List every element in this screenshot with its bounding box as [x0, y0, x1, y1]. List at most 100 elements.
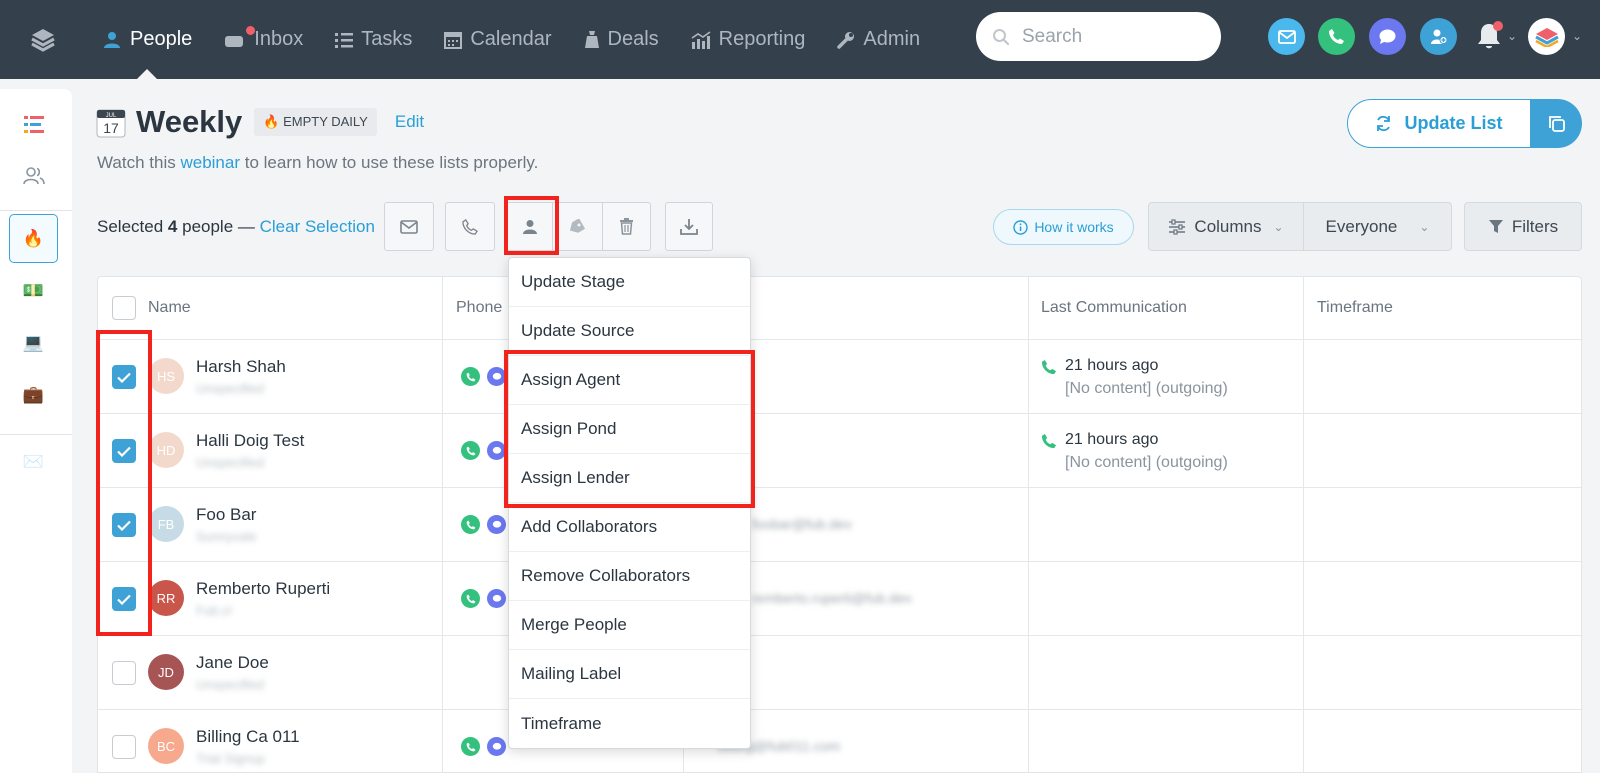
- app-logo-icon[interactable]: [0, 27, 86, 53]
- columns-button[interactable]: Columns ⌄: [1148, 202, 1304, 251]
- select-all-checkbox[interactable]: [112, 296, 136, 320]
- menu-item-timeframe[interactable]: Timeframe: [509, 699, 750, 748]
- column-divider: [1028, 277, 1029, 772]
- sidebar-people-icon[interactable]: [9, 151, 58, 200]
- edit-link[interactable]: Edit: [395, 112, 424, 132]
- header-name[interactable]: Name: [148, 277, 191, 339]
- person-name[interactable]: Jane Doe: [196, 653, 269, 673]
- menu-item-update-source[interactable]: Update Source: [509, 307, 750, 356]
- person-subtext: Unspecified: [196, 455, 264, 470]
- info-icon: [1013, 219, 1029, 235]
- clear-selection-link[interactable]: Clear Selection: [260, 217, 375, 236]
- nav-inbox[interactable]: Inbox: [208, 0, 319, 79]
- person-subtext: Sunnyvale: [196, 529, 257, 544]
- nav-people[interactable]: People: [86, 0, 208, 79]
- sidebar-laptop-list-icon[interactable]: 💻: [9, 318, 58, 367]
- filters-button[interactable]: Filters: [1464, 202, 1582, 251]
- nav-reporting[interactable]: Reporting: [675, 0, 822, 79]
- columns-label: Columns: [1194, 216, 1262, 236]
- add-person-icon[interactable]: [1420, 18, 1457, 55]
- call-log-icon: [1041, 359, 1057, 375]
- copy-list-button[interactable]: [1531, 99, 1582, 148]
- person-name[interactable]: Foo Bar: [196, 505, 256, 525]
- avatar[interactable]: HD: [148, 432, 184, 468]
- sidebar-divider: [0, 434, 72, 435]
- phone-status-icon[interactable]: [461, 367, 480, 386]
- header-timeframe[interactable]: Timeframe: [1317, 277, 1393, 339]
- phone-status-icon[interactable]: [461, 737, 480, 756]
- nav-admin[interactable]: Admin: [821, 0, 936, 79]
- sidebar-envelope-list-icon[interactable]: ✉️: [9, 437, 58, 486]
- header-phone[interactable]: Phone: [456, 277, 502, 339]
- header-last-communication[interactable]: Last Communication: [1041, 277, 1187, 339]
- update-list-button[interactable]: Update List: [1347, 99, 1531, 148]
- search-box[interactable]: [976, 12, 1221, 61]
- avatar[interactable]: BC: [148, 728, 184, 764]
- chat-action-icon[interactable]: [1369, 18, 1406, 55]
- chat-status-icon[interactable]: [487, 737, 506, 756]
- subtitle-text-before: Watch this: [97, 153, 176, 172]
- columns-chevron-down-icon: ⌄: [1273, 219, 1284, 234]
- row-checkbox[interactable]: [112, 661, 136, 685]
- email-address[interactable]: remberto.ruperti@fub.dev: [752, 590, 912, 606]
- webinar-link[interactable]: webinar: [180, 153, 240, 172]
- bulk-delete-button[interactable]: [603, 202, 651, 251]
- menu-item-add-collaborators[interactable]: Add Collaborators: [509, 503, 750, 552]
- avatar[interactable]: HS: [148, 358, 184, 394]
- nav-tasks[interactable]: Tasks: [319, 0, 428, 79]
- empty-daily-badge[interactable]: 🔥 EMPTY DAILY: [254, 108, 377, 136]
- chat-status-icon[interactable]: [487, 589, 506, 608]
- filters-label: Filters: [1511, 216, 1559, 236]
- email-action-icon[interactable]: [1268, 18, 1305, 55]
- sidebar-money-list-icon[interactable]: 💵: [9, 266, 58, 315]
- everyone-chevron-down-icon: ⌄: [1419, 219, 1430, 234]
- person-name[interactable]: Harsh Shah: [196, 357, 286, 377]
- user-avatar[interactable]: [1528, 18, 1565, 55]
- last-communication-detail: [No content] (outgoing): [1065, 380, 1228, 397]
- inbox-icon: [225, 35, 244, 47]
- person-name[interactable]: Billing Ca 011: [196, 727, 300, 747]
- sidebar-smart-lists-icon[interactable]: [9, 99, 58, 148]
- nav-calendar[interactable]: Calendar: [428, 0, 567, 79]
- sidebar-fire-list-icon[interactable]: 🔥: [9, 214, 58, 263]
- how-it-works-button[interactable]: How it works: [993, 209, 1134, 245]
- user-menu-chevron-down-icon[interactable]: ⌄: [1572, 29, 1582, 43]
- phone-action-icon[interactable]: [1318, 18, 1355, 55]
- bulk-tag-button[interactable]: [553, 202, 603, 251]
- export-button[interactable]: [665, 202, 713, 251]
- nav-deals[interactable]: Deals: [568, 0, 675, 79]
- menu-item-remove-collaborators[interactable]: Remove Collaborators: [509, 552, 750, 601]
- calendar-icon: [444, 31, 463, 49]
- main-nav: People Inbox Tasks Calendar Deals Report…: [86, 0, 936, 79]
- bulk-call-button[interactable]: [445, 202, 495, 251]
- chat-status-icon[interactable]: [487, 515, 506, 534]
- notifications-bell-icon[interactable]: [1475, 20, 1505, 57]
- menu-item-mailing-label[interactable]: Mailing Label: [509, 650, 750, 699]
- menu-item-update-stage[interactable]: Update Stage: [509, 258, 750, 307]
- nav-people-label: People: [130, 28, 193, 50]
- person-subtext: Trial Signup: [196, 751, 265, 766]
- row-checkbox[interactable]: [112, 735, 136, 759]
- phone-status-icon[interactable]: [461, 515, 480, 534]
- avatar[interactable]: JD: [148, 654, 184, 690]
- download-icon: [680, 219, 698, 235]
- avatar[interactable]: FB: [148, 506, 184, 542]
- phone-status-icon[interactable]: [461, 441, 480, 460]
- avatar[interactable]: RR: [148, 580, 184, 616]
- phone-status-icon[interactable]: [461, 589, 480, 608]
- page-title: Weekly: [136, 104, 243, 139]
- selected-count: 4: [167, 217, 178, 236]
- column-divider: [442, 277, 443, 772]
- person-name[interactable]: Halli Doig Test: [196, 431, 304, 451]
- notifications-chevron-down-icon[interactable]: ⌄: [1507, 29, 1517, 43]
- email-address[interactable]: foobar@fub.dev: [752, 516, 852, 532]
- sidebar-briefcase-list-icon[interactable]: 💼: [9, 370, 58, 419]
- copy-icon: [1548, 115, 1565, 132]
- header-divider: [98, 339, 1581, 340]
- menu-item-merge-people[interactable]: Merge People: [509, 601, 750, 650]
- person-name[interactable]: Remberto Ruperti: [196, 579, 330, 599]
- selected-prefix: Selected: [97, 217, 164, 236]
- bulk-email-button[interactable]: [384, 202, 434, 251]
- everyone-dropdown[interactable]: Everyone ⌄: [1304, 202, 1452, 251]
- search-input[interactable]: [1022, 25, 1192, 48]
